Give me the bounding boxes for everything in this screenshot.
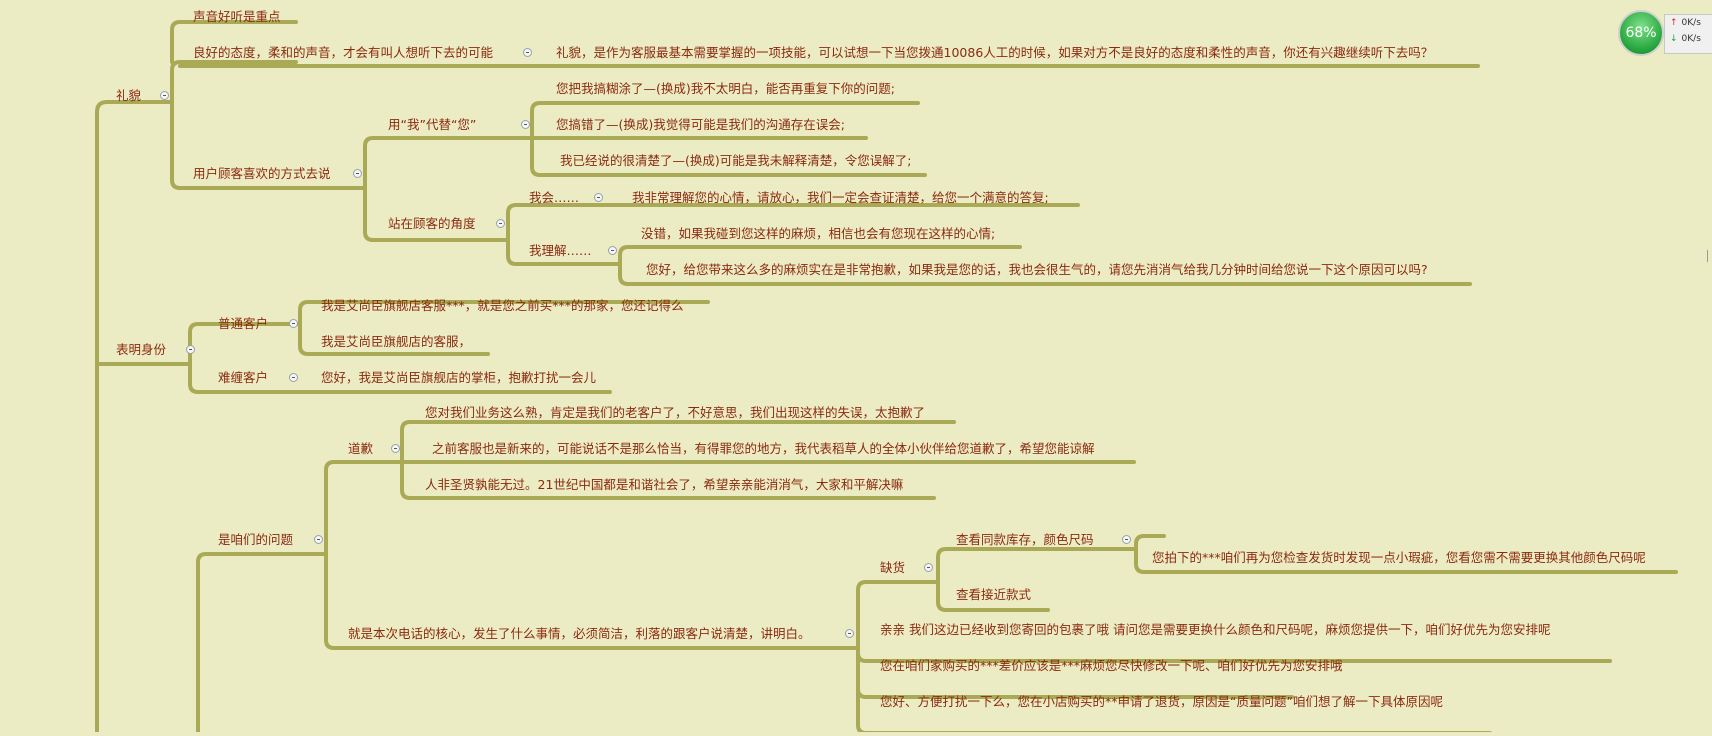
- node-check-stock-text[interactable]: 您拍下的***咱们再为您检查发货时发现一点小瑕疵，您看您需不需要更换其他颜色尺码…: [1152, 550, 1646, 566]
- node-core[interactable]: 就是本次电话的核心，发生了什么事情，必须简洁，利落的跟客户说清楚，讲明白。: [348, 626, 811, 642]
- node-our-problem[interactable]: 是咱们的问题: [218, 532, 293, 548]
- node-apology-2[interactable]: 之前客服也是新来的，可能说话不是那么恰当，有得罪您的地方，我代表稻草人的全体小伙…: [432, 441, 1095, 457]
- node-check-similar[interactable]: 查看接近款式: [956, 587, 1031, 603]
- node-wo-lijie[interactable]: 我理解……: [529, 243, 592, 259]
- node-good-attitude[interactable]: 良好的态度，柔和的声音，才会有叫人想听下去的可能: [193, 45, 493, 61]
- node-voice-good[interactable]: 声音好听是重点: [193, 9, 281, 25]
- collapse-toggle-liyi[interactable]: [160, 91, 169, 100]
- node-customer-way[interactable]: 用户顾客喜欢的方式去说: [193, 166, 331, 182]
- node-wo-hui[interactable]: 我会……: [529, 190, 579, 206]
- speed-percent-badge[interactable]: 68%: [1618, 10, 1664, 56]
- node-refund[interactable]: 您好、方便打扰一下么，您在小店购买的**申请了退货，原因是“质量问题”咱们想了解…: [880, 694, 1443, 710]
- node-lijie-2[interactable]: 您好，给您带来这么多的麻烦实在是非常抱歉，如果我是您的话，我也会很生气的，请您先…: [646, 262, 1428, 278]
- collapse-toggle-out-of-stock[interactable]: [924, 563, 933, 572]
- collapse-toggle-core[interactable]: [845, 629, 854, 638]
- network-speed-widget[interactable]: 68% ↑ 0K/s ↓ 0K/s: [1618, 10, 1712, 56]
- node-wo-2[interactable]: 您搞错了—(换成)我觉得可能是我们的沟通存在误会;: [556, 117, 845, 133]
- collapse-toggle-use-wo[interactable]: [521, 120, 530, 129]
- collapse-toggle-check-stock[interactable]: [1122, 535, 1131, 544]
- node-wo-hui-text[interactable]: 我非常理解您的心情，请放心，我们一定会查证清楚，给您一个满意的答复;: [632, 190, 1049, 206]
- node-check-stock[interactable]: 查看同款库存，颜色尺码: [956, 532, 1094, 548]
- down-arrow-icon: ↓: [1670, 34, 1678, 44]
- node-hard-1[interactable]: 您好，我是艾尚臣旗舰店的掌柜，抱歉打扰一会儿: [321, 370, 596, 386]
- collapse-toggle-normal-customer[interactable]: [289, 319, 298, 328]
- node-qinqin[interactable]: 亲亲 我们这边已经收到您寄回的包裹了哦 请问您是需要更换什么颜色和尺码呢，麻烦您…: [880, 622, 1550, 638]
- node-apology-3[interactable]: 人非圣贤孰能无过。21世纪中国都是和谐社会了，希望亲亲能消消气，大家和平解决嘛: [425, 477, 903, 493]
- node-wo-3[interactable]: 我已经说的很清楚了—(换成)可能是我未解释清楚，令您误解了;: [560, 153, 911, 169]
- node-liyi-desc[interactable]: 礼貌，是作为客服最基本需要掌握的一项技能，可以试想一下当您拨通10086人工的时…: [556, 45, 1433, 61]
- node-lijie-1[interactable]: 没错，如果我碰到您这样的麻烦，相信也会有您现在这样的心情;: [641, 226, 995, 242]
- node-wo-1[interactable]: 您把我搞糊涂了—(换成)我不太明白，能否再重复下你的问题;: [556, 81, 895, 97]
- download-speed: ↓ 0K/s: [1670, 34, 1701, 44]
- node-normal-customer[interactable]: 普通客户: [218, 316, 268, 332]
- scrollbar-edge[interactable]: [1707, 250, 1712, 262]
- download-speed-value: 0K/s: [1681, 34, 1701, 44]
- collapse-toggle-our-problem[interactable]: [314, 535, 323, 544]
- node-use-wo[interactable]: 用“我”代替“您”: [388, 117, 476, 133]
- collapse-toggle-customer-way[interactable]: [353, 169, 362, 178]
- collapse-toggle-wo-hui[interactable]: [594, 193, 603, 202]
- up-arrow-icon: ↑: [1670, 18, 1678, 28]
- collapse-toggle-hard-customer[interactable]: [289, 373, 298, 382]
- collapse-toggle-wo-lijie[interactable]: [608, 246, 617, 255]
- collapse-toggle-stand-customer[interactable]: [496, 219, 505, 228]
- collapse-toggle-apology[interactable]: [391, 444, 400, 453]
- node-identity[interactable]: 表明身份: [116, 342, 166, 358]
- node-apology-1[interactable]: 您对我们业务这么熟，肯定是我们的老客户了，不好意思，我们出现这样的失误，太抱歉了: [425, 405, 925, 421]
- node-price-diff[interactable]: 您在咱们家购买的***差价应该是***麻烦您尽快修改一下呢、咱们好优先为您安排哦: [880, 658, 1343, 674]
- upload-speed-value: 0K/s: [1681, 18, 1701, 28]
- node-hard-customer[interactable]: 难缠客户: [218, 370, 268, 386]
- collapse-toggle-good-attitude[interactable]: [523, 48, 532, 57]
- node-normal-2[interactable]: 我是艾尚臣旗舰店的客服，: [321, 334, 471, 350]
- node-apology[interactable]: 道歉: [348, 441, 373, 457]
- node-normal-1[interactable]: 我是艾尚臣旗舰店客服***，就是您之前买***的那家，您还记得么: [321, 298, 684, 314]
- node-liyi[interactable]: 礼貌: [116, 88, 141, 104]
- node-out-of-stock[interactable]: 缺货: [880, 560, 905, 576]
- trunk-line: [95, 100, 172, 734]
- mindmap-canvas: 礼貌 声音好听是重点 良好的态度，柔和的声音，才会有叫人想听下去的可能 礼貌，是…: [0, 0, 1712, 735]
- branch-problem-line: [196, 552, 328, 734]
- upload-speed: ↑ 0K/s: [1670, 18, 1701, 28]
- node-stand-customer[interactable]: 站在顾客的角度: [388, 216, 476, 232]
- collapse-toggle-identity[interactable]: [186, 345, 195, 354]
